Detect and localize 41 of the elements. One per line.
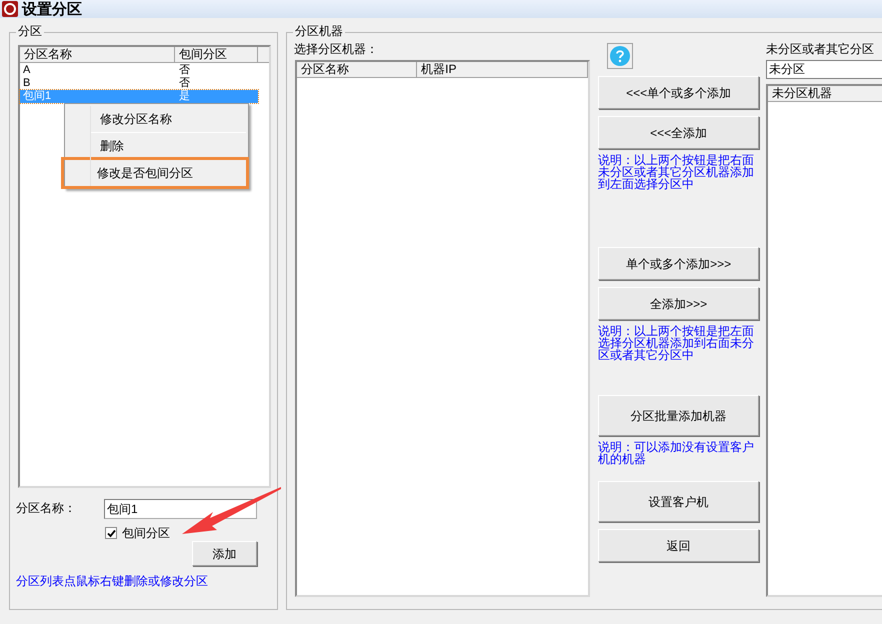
table-cell-text: A [22,64,32,77]
group-title: 分区 [16,25,44,37]
column-header[interactable]: 包间分区 [175,47,258,63]
column-header[interactable]: 未分区机器 [768,86,882,102]
column-header[interactable]: 机器IP [417,62,588,78]
action-button[interactable]: 分区批量添加机器 [598,395,760,436]
note-text: 说明：以上两个按钮是把左面选择分区机器添加到右面未分区或者其它分区中 [598,325,756,361]
table-cell-text: 是 [178,90,191,103]
note-text: 说明：可以添加没有设置客户机的机器 [598,441,756,465]
table-cell-text: 否 [178,77,191,90]
hint-text: 分区列表点鼠标右键删除或修改分区 [16,573,208,590]
column-header [258,47,269,63]
window-title: 设置分区 [22,2,82,16]
menu-item[interactable]: 删除 [67,133,246,159]
column-header[interactable]: 分区名称 [20,47,175,63]
action-button[interactable]: <<<全添加 [598,116,760,149]
action-button[interactable]: 单个或多个添加>>> [598,247,760,280]
add-button[interactable]: 添加 [192,541,257,566]
note-text: 说明：以上两个按钮是把右面未分区或者其它分区机器添加到左面选择分区中 [598,154,756,190]
table-cell-text: 包间1 [22,90,52,103]
app-icon [2,1,18,17]
panel-label: 未分区或者其它分区 [766,41,874,58]
action-button[interactable]: 返回 [598,529,760,562]
action-button[interactable]: 设置客户机 [598,481,760,522]
group-title: 分区机器 [293,25,346,37]
list-label: 选择分区机器： [294,41,378,58]
table-cell-text: B [22,77,32,90]
action-button[interactable]: <<<单个或多个添加 [598,76,760,109]
name-field[interactable]: 包间1 [104,499,257,519]
menu-item[interactable]: 修改分区名称 [67,106,246,132]
table-row[interactable]: B 否 [20,77,258,90]
help-icon[interactable] [607,43,634,69]
checkbox[interactable] [105,527,117,539]
menu-item[interactable]: 修改是否包间分区 [64,160,246,186]
checkbox-label: 包间分区 [122,525,170,542]
partition-combo[interactable]: 未分区 [766,60,882,79]
table-cell-text: 否 [178,64,191,77]
column-header[interactable]: 分区名称 [297,62,418,78]
field-label: 分区名称： [16,500,76,517]
action-button[interactable]: 全添加>>> [598,287,760,320]
table-row[interactable]: A 否 [20,64,258,77]
